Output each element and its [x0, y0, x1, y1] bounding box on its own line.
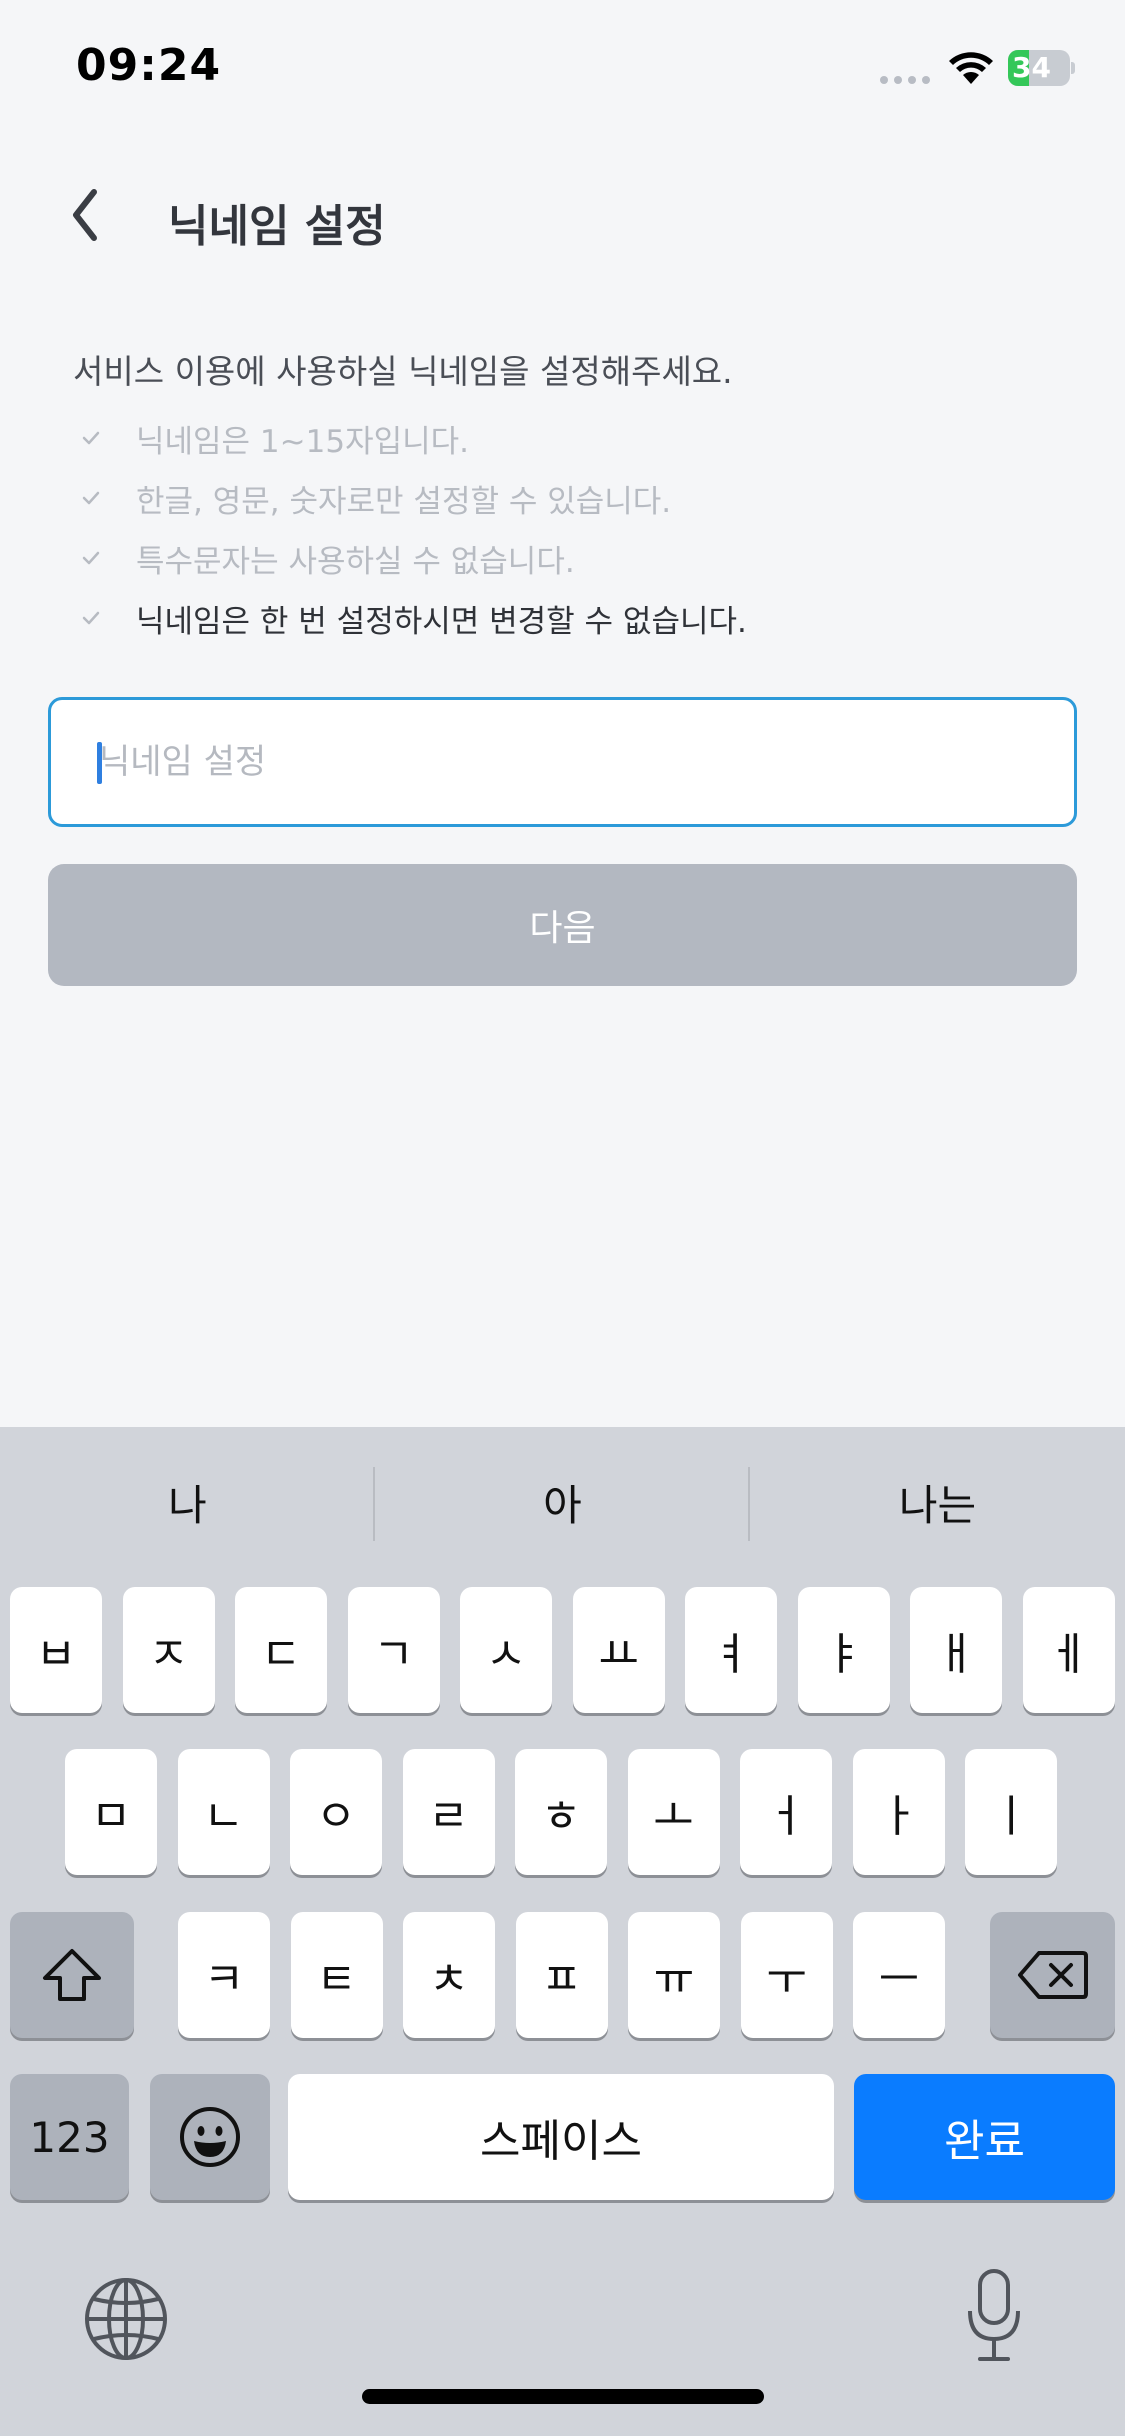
letter-key[interactable]: ㄷ	[235, 1587, 327, 1713]
space-key[interactable]: 스페이스	[288, 2074, 834, 2200]
numbers-key[interactable]: 123	[10, 2074, 129, 2200]
letter-key[interactable]: ㅁ	[65, 1749, 157, 1875]
letter-key[interactable]: ㄹ	[402, 1749, 495, 1875]
home-indicator	[362, 2389, 764, 2404]
rule-item: 특수문자는 사용하실 수 없습니다.	[80, 528, 747, 588]
letter-key[interactable]: ㅓ	[740, 1749, 832, 1875]
letter-key[interactable]: ㅋ	[178, 1912, 270, 2038]
nickname-input[interactable]	[99, 700, 1029, 824]
letter-key[interactable]: ㅌ	[290, 1912, 383, 2038]
rule-item: 닉네임은 1~15자입니다.	[80, 408, 747, 468]
cellular-signal-icon	[880, 76, 930, 84]
letter-key[interactable]: ㅏ	[852, 1749, 945, 1875]
letter-key[interactable]: ㅇ	[290, 1749, 382, 1875]
letter-key[interactable]: ㅈ	[122, 1587, 215, 1713]
letter-key[interactable]: ㅔ	[1022, 1587, 1115, 1713]
status-time: 09:24	[76, 40, 222, 91]
battery-icon: 34	[1008, 50, 1075, 86]
letter-key[interactable]: ㅗ	[627, 1749, 720, 1875]
letter-key[interactable]: ㅑ	[797, 1587, 890, 1713]
wifi-icon	[949, 52, 993, 84]
letter-key[interactable]: ㅅ	[460, 1587, 552, 1713]
rule-item: 한글, 영문, 숫자로만 설정할 수 있습니다.	[80, 468, 747, 528]
nickname-input-container[interactable]	[48, 697, 1077, 827]
check-icon	[82, 611, 100, 625]
back-chevron-icon[interactable]	[60, 180, 110, 250]
globe-icon[interactable]	[82, 2275, 170, 2363]
next-button[interactable]: 다음	[48, 864, 1077, 986]
letter-key[interactable]: ㄱ	[347, 1587, 440, 1713]
mic-icon[interactable]	[964, 2267, 1024, 2367]
suggestion-item[interactable]: 나는	[750, 1427, 1125, 1577]
rule-item: 닉네임은 한 번 설정하시면 변경할 수 없습니다.	[80, 588, 747, 648]
suggestion-bar: 나 아 나는	[0, 1427, 1125, 1577]
done-key[interactable]: 완료	[854, 2074, 1115, 2200]
page-title: 닉네임 설정	[168, 201, 386, 252]
check-icon	[82, 551, 100, 565]
check-icon	[82, 431, 100, 445]
letter-key[interactable]: ㅐ	[910, 1587, 1002, 1713]
delete-key[interactable]	[990, 1912, 1115, 2038]
delete-icon	[1017, 1951, 1088, 1999]
letter-key[interactable]: ㅂ	[10, 1587, 102, 1713]
letter-key[interactable]: ㅍ	[515, 1912, 608, 2038]
suggestion-item[interactable]: 아	[375, 1427, 750, 1577]
intro-text: 서비스 이용에 사용하실 닉네임을 설정해주세요.	[73, 352, 733, 391]
emoji-icon	[180, 2107, 240, 2167]
keyboard: 나 아 나는 ㅂㅈㄷㄱㅅㅛㅕㅑㅐㅔ ㅁㄴㅇㄹㅎㅗㅓㅏㅣ ㅋㅌㅊㅍㅠㅜㅡ 123 …	[0, 1427, 1125, 2436]
letter-key[interactable]: ㅠ	[628, 1912, 720, 2038]
suggestion-item[interactable]: 나	[0, 1427, 375, 1577]
rule-text: 닉네임은 한 번 설정하시면 변경할 수 없습니다.	[136, 603, 747, 640]
letter-key[interactable]: ㅡ	[853, 1912, 945, 2038]
rule-text: 특수문자는 사용하실 수 없습니다.	[136, 543, 575, 580]
emoji-key[interactable]	[150, 2074, 270, 2200]
letter-key[interactable]: ㅎ	[515, 1749, 607, 1875]
letter-key[interactable]: ㅛ	[572, 1587, 665, 1713]
battery-percentage: 34	[1012, 51, 1051, 84]
rule-text: 닉네임은 1~15자입니다.	[136, 423, 470, 460]
rules-list: 닉네임은 1~15자입니다. 한글, 영문, 숫자로만 설정할 수 있습니다. …	[80, 408, 747, 648]
shift-key[interactable]	[10, 1912, 134, 2038]
check-icon	[82, 491, 100, 505]
status-bar: 09:24 34	[0, 0, 1125, 140]
rule-text: 한글, 영문, 숫자로만 설정할 수 있습니다.	[136, 483, 672, 520]
letter-key[interactable]: ㅜ	[740, 1912, 833, 2038]
letter-key[interactable]: ㅊ	[403, 1912, 495, 2038]
letter-key[interactable]: ㅣ	[965, 1749, 1057, 1875]
shift-icon	[43, 1949, 101, 2001]
letter-key[interactable]: ㄴ	[177, 1749, 270, 1875]
letter-key[interactable]: ㅕ	[685, 1587, 777, 1713]
